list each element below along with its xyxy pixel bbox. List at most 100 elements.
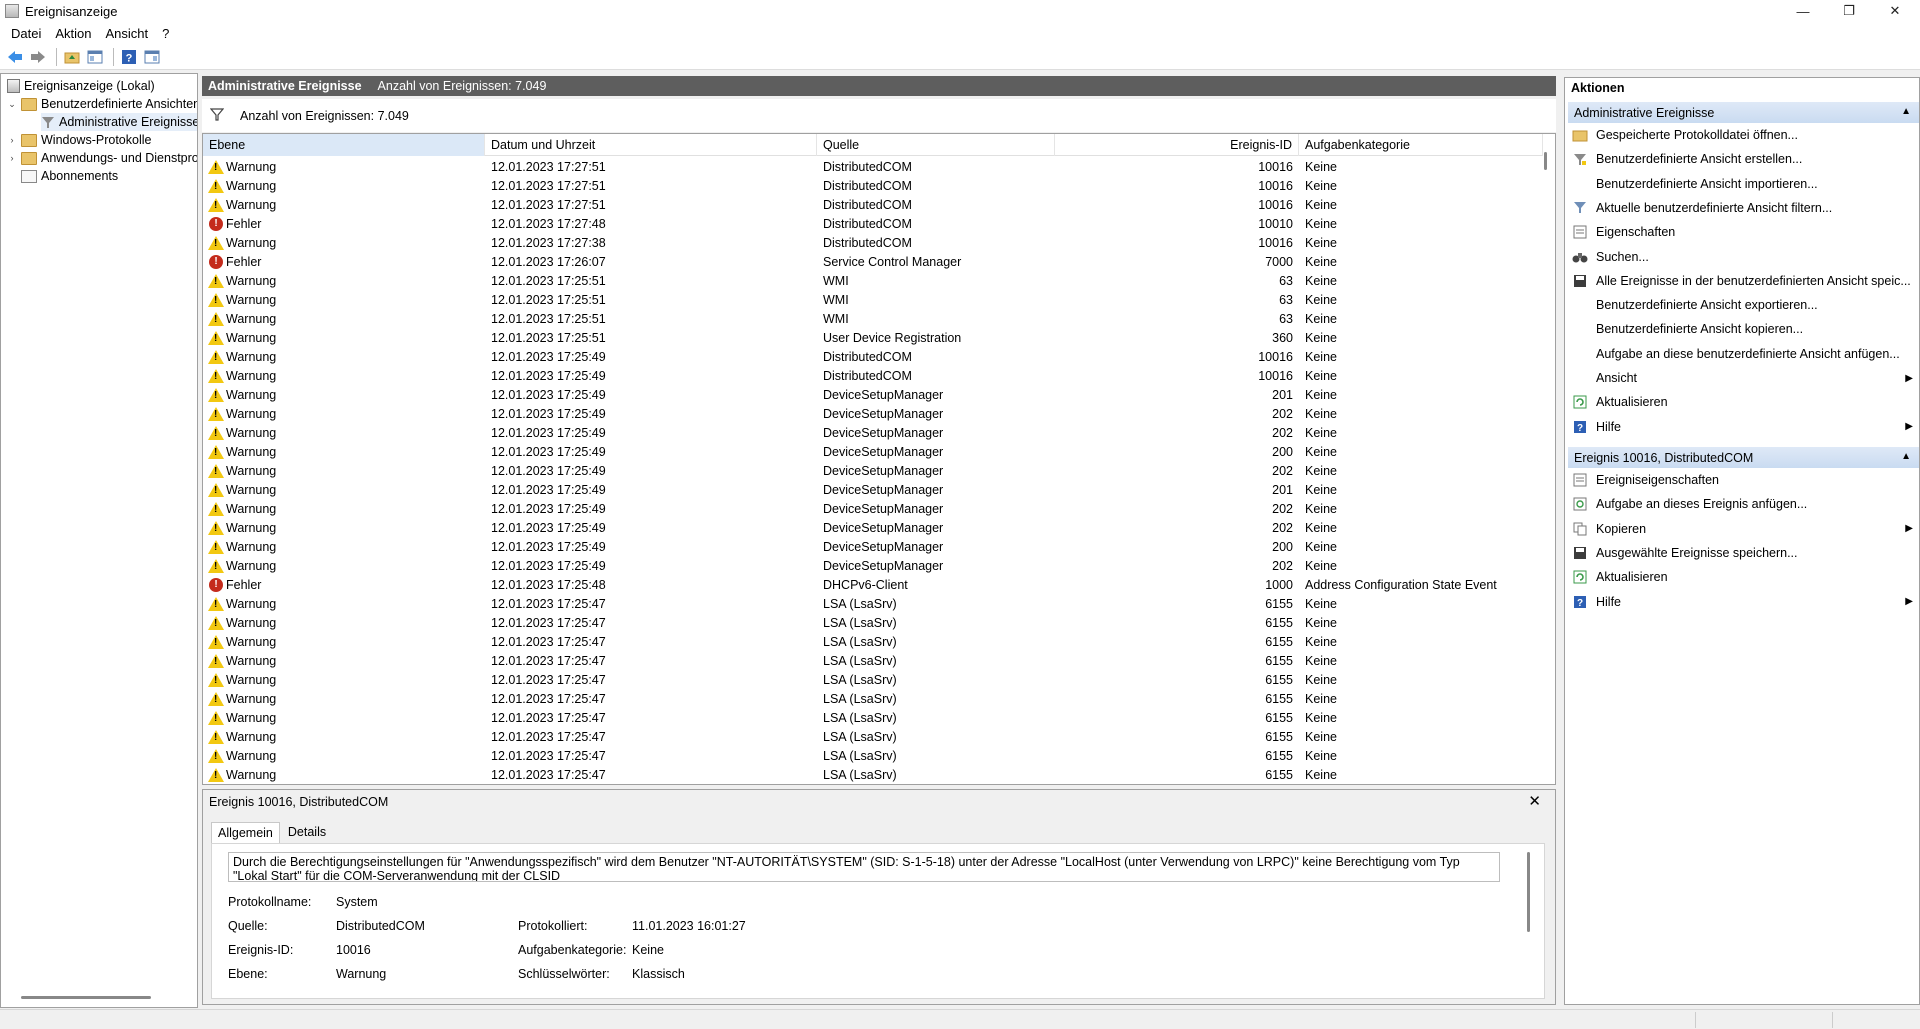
table-row[interactable]: Warnung 12.01.2023 17:27:51 DistributedCOM… — [203, 176, 1543, 195]
action-label: Aufgabe an diese benutzerdefinierte Ansi… — [1596, 346, 1900, 361]
menu-action[interactable]: Aktion — [48, 26, 98, 41]
cell-event-id: 6155 — [1265, 653, 1293, 668]
tab-details[interactable]: Details — [282, 822, 332, 843]
table-row[interactable]: ! Fehler 12.01.2023 17:27:48 DistributedCOM… — [203, 214, 1543, 233]
actions-header: Aktionen — [1571, 81, 1625, 95]
help-icon[interactable]: ? — [119, 47, 138, 66]
tab-general[interactable]: Allgemein — [211, 822, 280, 843]
show-hide-tree-icon[interactable] — [85, 47, 104, 66]
table-row[interactable]: Warnung 12.01.2023 17:25:51 WMI 63 Keine — [203, 309, 1543, 328]
table-row[interactable]: Warnung 12.01.2023 17:25:47 LSA (LsaSrv) 61… — [203, 632, 1543, 651]
chevron-down-icon[interactable]: ⌄ — [7, 99, 17, 110]
action-item[interactable]: Benutzerdefinierte Ansicht erstellen... — [1568, 148, 1919, 170]
actions-section-administrative-events[interactable]: Administrative Ereignisse ▲ — [1568, 102, 1919, 123]
column-header-level[interactable]: Ebene — [203, 134, 485, 156]
action-item[interactable]: Aktualisieren — [1568, 566, 1919, 588]
actions-section-event[interactable]: Ereignis 10016, DistributedCOM ▲ — [1568, 447, 1919, 468]
table-row[interactable]: Warnung 12.01.2023 17:25:49 DeviceSetupMan… — [203, 423, 1543, 442]
column-header-event-id[interactable]: Ereignis-ID — [1055, 134, 1299, 156]
forward-arrow-icon[interactable] — [28, 47, 47, 66]
action-label: Ansicht — [1596, 371, 1637, 385]
table-row[interactable]: Warnung 12.01.2023 17:25:47 LSA (LsaSrv) 61… — [203, 594, 1543, 613]
detail-close-icon[interactable]: ✕ — [1528, 792, 1541, 810]
table-row[interactable]: Warnung 12.01.2023 17:25:49 DistributedCOM… — [203, 366, 1543, 385]
action-item[interactable]: ? Hilfe ▶ — [1568, 591, 1919, 613]
table-row[interactable]: Warnung 12.01.2023 17:25:49 DeviceSetupMan… — [203, 442, 1543, 461]
tree-item-label: Windows-Protokolle — [41, 133, 152, 147]
table-row[interactable]: Warnung 12.01.2023 17:27:51 DistributedCOM… — [203, 195, 1543, 214]
action-item[interactable]: Benutzerdefinierte Ansicht kopieren... — [1568, 318, 1919, 340]
action-item[interactable]: Suchen... — [1568, 246, 1919, 268]
menu-view[interactable]: Ansicht — [99, 26, 156, 41]
warning-icon — [208, 349, 224, 365]
action-item[interactable]: Kopieren ▶ — [1568, 518, 1919, 540]
tree-item-custom-views[interactable]: ⌄ Benutzerdefinierte Ansichten — [7, 95, 197, 113]
table-row[interactable]: Warnung 12.01.2023 17:25:47 LSA (LsaSrv) 61… — [203, 689, 1543, 708]
action-item[interactable]: Ereigniseigenschaften — [1568, 469, 1919, 491]
action-item[interactable]: Benutzerdefinierte Ansicht exportieren..… — [1568, 294, 1919, 316]
chevron-right-icon[interactable]: › — [7, 153, 17, 163]
tree-item-app-service-logs[interactable]: › Anwendungs- und Dienstprotokolle — [7, 149, 198, 167]
menu-help[interactable]: ? — [155, 26, 176, 41]
table-row[interactable]: ! Fehler 12.01.2023 17:26:07 Service Contro… — [203, 252, 1543, 271]
horizontal-scrollbar[interactable] — [21, 996, 151, 999]
table-row[interactable]: Warnung 12.01.2023 17:25:47 LSA (LsaSrv) 61… — [203, 746, 1543, 765]
table-row[interactable]: Warnung 12.01.2023 17:25:51 WMI 63 Keine — [203, 271, 1543, 290]
action-item[interactable]: Aktualisieren — [1568, 391, 1919, 413]
action-item[interactable]: Aktuelle benutzerdefinierte Ansicht filt… — [1568, 197, 1919, 219]
cell-event-id: 201 — [1272, 387, 1293, 402]
table-row[interactable]: Warnung 12.01.2023 17:25:49 DeviceSetupMan… — [203, 556, 1543, 575]
table-row[interactable]: Warnung 12.01.2023 17:25:47 LSA (LsaSrv) 61… — [203, 708, 1543, 727]
table-row[interactable]: Warnung 12.01.2023 17:25:49 DeviceSetupMan… — [203, 518, 1543, 537]
menu-file[interactable]: Datei — [4, 26, 48, 41]
action-label: Alle Ereignisse in der benutzerdefiniert… — [1596, 273, 1911, 288]
column-header-datetime[interactable]: Datum und Uhrzeit — [485, 134, 817, 156]
table-row[interactable]: Warnung 12.01.2023 17:25:47 LSA (LsaSrv) 61… — [203, 670, 1543, 689]
action-item[interactable]: Benutzerdefinierte Ansicht importieren..… — [1568, 173, 1919, 195]
tree-item-event-viewer-local[interactable]: Ereignisanzeige (Lokal) — [7, 77, 155, 95]
table-row[interactable]: Warnung 12.01.2023 17:25:49 DeviceSetupMan… — [203, 537, 1543, 556]
level-text: Warnung — [226, 425, 277, 440]
table-row[interactable]: Warnung 12.01.2023 17:25:47 LSA (LsaSrv) 61… — [203, 727, 1543, 746]
action-item[interactable]: Ansicht ▶ — [1568, 367, 1919, 389]
tree-item-windows-logs[interactable]: › Windows-Protokolle — [7, 131, 152, 149]
maximize-button[interactable]: ❐ — [1826, 0, 1872, 22]
collapse-up-icon[interactable]: ▲ — [1901, 106, 1911, 117]
action-item[interactable]: Eigenschaften — [1568, 221, 1919, 243]
collapse-up-icon[interactable]: ▲ — [1901, 451, 1911, 462]
tree-item-administrative-events[interactable]: Administrative Ereignisse — [41, 113, 197, 131]
table-row[interactable]: ! Fehler 12.01.2023 17:25:48 DHCPv6-Client 1… — [203, 575, 1543, 594]
show-hide-action-pane-icon[interactable] — [142, 47, 161, 66]
action-item[interactable]: Aufgabe an dieses Ereignis anfügen... — [1568, 493, 1919, 515]
table-row[interactable]: Warnung 12.01.2023 17:25:49 DeviceSetupMan… — [203, 499, 1543, 518]
table-row[interactable]: Warnung 12.01.2023 17:25:51 User Device Re… — [203, 328, 1543, 347]
action-item[interactable]: Ausgewählte Ereignisse speichern... — [1568, 542, 1919, 564]
table-row[interactable]: Warnung 12.01.2023 17:27:51 DistributedCOM… — [203, 157, 1543, 176]
table-row[interactable]: Warnung 12.01.2023 17:25:47 LSA (LsaSrv) 61… — [203, 651, 1543, 670]
event-message[interactable]: Durch die Berechtigungseinstellungen für… — [228, 852, 1500, 882]
detail-scrollbar[interactable] — [1527, 852, 1530, 932]
action-item[interactable]: Gespeicherte Protokolldatei öffnen... — [1568, 124, 1919, 146]
table-row[interactable]: Warnung 12.01.2023 17:25:47 LSA (LsaSrv) 61… — [203, 765, 1543, 784]
action-item[interactable]: ? Hilfe ▶ — [1568, 416, 1919, 438]
table-row[interactable]: Warnung 12.01.2023 17:25:49 DeviceSetupMan… — [203, 404, 1543, 423]
table-row[interactable]: Warnung 12.01.2023 17:25:47 LSA (LsaSrv) 61… — [203, 613, 1543, 632]
back-arrow-icon[interactable] — [5, 47, 24, 66]
vertical-scrollbar[interactable] — [1544, 152, 1547, 170]
table-row[interactable]: Warnung 12.01.2023 17:27:38 DistributedCOM… — [203, 233, 1543, 252]
up-folder-icon[interactable] — [62, 47, 81, 66]
table-row[interactable]: Warnung 12.01.2023 17:25:49 DeviceSetupMan… — [203, 480, 1543, 499]
svg-text:?: ? — [1577, 598, 1583, 609]
action-item[interactable]: Aufgabe an diese benutzerdefinierte Ansi… — [1568, 343, 1919, 365]
close-button[interactable]: ✕ — [1872, 0, 1918, 22]
table-row[interactable]: Warnung 12.01.2023 17:25:49 DistributedCOM… — [203, 347, 1543, 366]
table-row[interactable]: Warnung 12.01.2023 17:25:51 WMI 63 Keine — [203, 290, 1543, 309]
action-item[interactable]: Alle Ereignisse in der benutzerdefiniert… — [1568, 270, 1919, 292]
minimize-button[interactable]: — — [1780, 0, 1826, 22]
column-header-source[interactable]: Quelle — [817, 134, 1055, 156]
column-header-task-category[interactable]: Aufgabenkategorie — [1299, 134, 1543, 156]
chevron-right-icon[interactable]: › — [7, 135, 17, 145]
table-row[interactable]: Warnung 12.01.2023 17:25:49 DeviceSetupMan… — [203, 461, 1543, 480]
table-row[interactable]: Warnung 12.01.2023 17:25:49 DeviceSetupMan… — [203, 385, 1543, 404]
tree-item-subscriptions[interactable]: Abonnements — [21, 167, 118, 185]
